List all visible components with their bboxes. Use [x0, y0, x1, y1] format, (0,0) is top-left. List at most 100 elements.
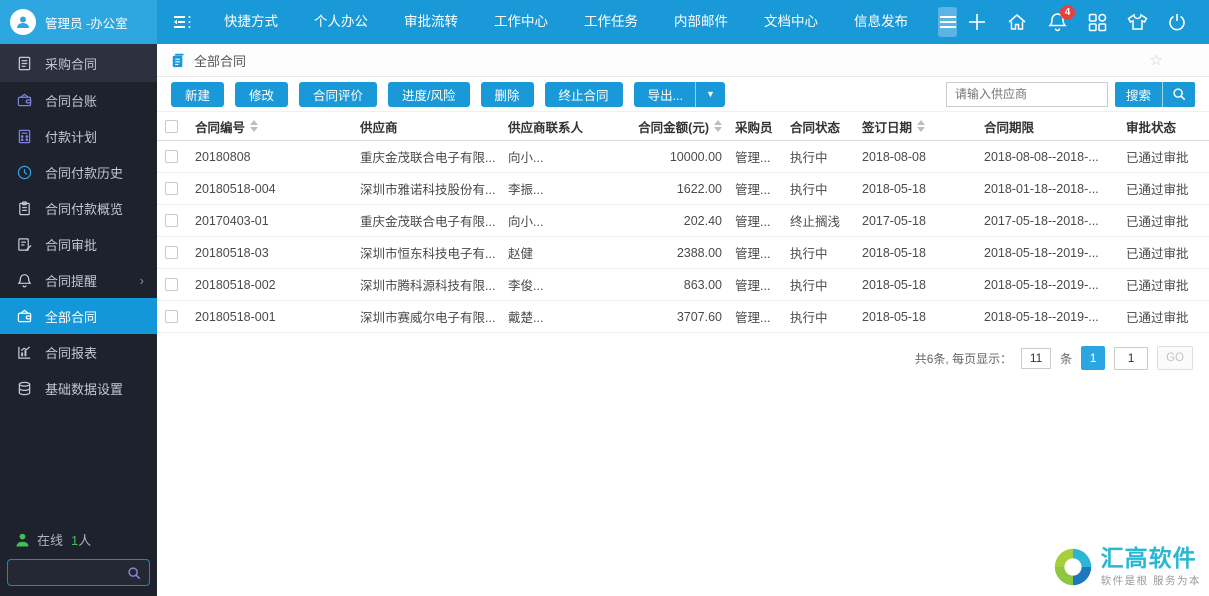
- table-row[interactable]: 20180518-03 深圳市恒东科技电子有... 赵健 2388.00 管理.…: [157, 237, 1209, 269]
- goto-page-input[interactable]: [1114, 346, 1149, 370]
- power-icon[interactable]: [1157, 0, 1197, 44]
- cell-period: 2018-05-18--2019-...: [984, 277, 1099, 292]
- page-doc-icon: [171, 53, 185, 68]
- sidebar-item-contract-reports[interactable]: 合同报表: [0, 334, 157, 370]
- row-checkbox[interactable]: [164, 310, 178, 323]
- cell-status: 执行中: [790, 183, 828, 197]
- select-all-checkbox[interactable]: [164, 119, 178, 133]
- clipboard-icon: [17, 200, 32, 216]
- row-checkbox[interactable]: [164, 278, 178, 291]
- search-button[interactable]: 搜索: [1114, 81, 1195, 107]
- row-checkbox[interactable]: [164, 246, 178, 259]
- supplier-search-input[interactable]: [945, 81, 1108, 107]
- page-size-input[interactable]: [1021, 347, 1052, 369]
- online-label: 在线: [37, 533, 64, 548]
- col-supplier: 供应商: [360, 120, 398, 135]
- sidebar-item-contract-ledger[interactable]: 合同台账: [0, 82, 157, 118]
- col-amount[interactable]: 合同金额(元): [638, 117, 709, 136]
- cell-contract-no: 20180518-002: [195, 277, 276, 292]
- cell-sign-date: 2018-05-18: [862, 277, 926, 292]
- menu-collapse-icon[interactable]: [173, 14, 192, 30]
- cell-approval: 已通过审批: [1126, 215, 1189, 229]
- topbar: 管理员 -办公室 快捷方式 个人办公 审批流转 工作中心 工作任务 内部邮件 文…: [0, 0, 1209, 44]
- page-number-button[interactable]: 1: [1081, 346, 1106, 370]
- cell-amount: 863.00: [683, 277, 722, 292]
- cell-contract-no: 20180518-03: [195, 245, 269, 260]
- sort-icon[interactable]: [714, 120, 722, 132]
- row-checkbox[interactable]: [164, 182, 178, 195]
- home-icon[interactable]: [997, 0, 1037, 44]
- table-row[interactable]: 20180518-001 深圳市赛威尔电子有限... 戴楚... 3707.60…: [157, 301, 1209, 333]
- terminate-contract-button[interactable]: 终止合同: [544, 81, 623, 107]
- shirt-icon[interactable]: [1117, 0, 1157, 44]
- cell-amount: 2388.00: [676, 245, 722, 260]
- apps-grid-icon[interactable]: [1077, 0, 1117, 44]
- menu-item-approval-flow[interactable]: 审批流转: [386, 0, 476, 44]
- wallet-icon: [17, 93, 32, 108]
- cell-contract-no: 20170403-01: [195, 213, 269, 228]
- sidebar-search-input[interactable]: [16, 565, 127, 580]
- table-row[interactable]: 20180518-002 深圳市腾科源科技有限... 李俊... 863.00 …: [157, 269, 1209, 301]
- cell-sign-date: 2018-05-18: [862, 309, 926, 324]
- row-checkbox[interactable]: [164, 214, 178, 227]
- search-icon[interactable]: [127, 566, 141, 580]
- edit-button[interactable]: 修改: [235, 81, 289, 107]
- sidebar-item-label: 合同报表: [45, 345, 98, 361]
- online-count: 1人: [71, 530, 91, 549]
- sidebar-footer: 在线 1人: [0, 530, 157, 586]
- table-row[interactable]: 20170403-01 重庆金茂联合电子有限... 向小... 202.40 管…: [157, 205, 1209, 237]
- user-panel[interactable]: 管理员 -办公室: [0, 0, 157, 44]
- vendor-title: 汇高软件: [1100, 545, 1197, 572]
- chart-icon: [17, 345, 32, 360]
- sidebar-item-all-contracts[interactable]: 全部合同: [0, 298, 157, 334]
- sort-icon[interactable]: [917, 120, 926, 132]
- menu-item-work-tasks[interactable]: 工作任务: [566, 0, 656, 44]
- sidebar-item-contract-reminder[interactable]: 合同提醒 ›: [0, 262, 157, 298]
- cell-supplier: 重庆金茂联合电子有限...: [360, 215, 496, 229]
- table-row[interactable]: 20180518-004 深圳市雅诺科技股份有... 李振... 1622.00…: [157, 173, 1209, 205]
- contract-evaluate-button[interactable]: 合同评价: [299, 81, 378, 107]
- cell-contract-no: 20180518-001: [195, 309, 276, 324]
- col-sign-date[interactable]: 签订日期: [862, 117, 912, 136]
- menu-item-internal-mail[interactable]: 内部邮件: [656, 0, 746, 44]
- sidebar-item-base-data-settings[interactable]: 基础数据设置: [0, 370, 157, 406]
- menu-item-personal-office[interactable]: 个人办公: [296, 0, 386, 44]
- sidebar-item-payment-overview[interactable]: 合同付款概览: [0, 190, 157, 226]
- sidebar-item-label: 付款计划: [45, 129, 98, 145]
- sidebar-item-contract-approval[interactable]: 合同审批: [0, 226, 157, 262]
- progress-risk-button[interactable]: 进度/风险: [388, 81, 470, 107]
- sidebar-item-label: 合同台账: [45, 93, 98, 109]
- menu-item-document-center[interactable]: 文档中心: [746, 0, 836, 44]
- go-button[interactable]: GO: [1157, 346, 1193, 370]
- cell-status: 执行中: [790, 151, 828, 165]
- hamburger-menu-button[interactable]: [938, 7, 957, 37]
- col-contract-no[interactable]: 合同编号: [195, 117, 245, 136]
- sidebar-item-label: 合同审批: [45, 237, 98, 253]
- plus-icon[interactable]: [957, 0, 997, 44]
- page-size-unit: 条: [1060, 351, 1073, 366]
- cell-period: 2018-05-18--2019-...: [984, 245, 1099, 260]
- bell-icon[interactable]: 4: [1037, 0, 1077, 44]
- sidebar-item-purchase-contract[interactable]: 采购合同: [0, 44, 157, 82]
- clock-icon: [17, 165, 32, 180]
- menu-item-work-center[interactable]: 工作中心: [476, 0, 566, 44]
- topbar-actions: 4: [957, 0, 1209, 44]
- doc-pen-icon: [17, 237, 32, 252]
- menu-item-shortcuts[interactable]: 快捷方式: [206, 0, 296, 44]
- sort-icon[interactable]: [250, 120, 259, 132]
- row-checkbox[interactable]: [164, 150, 178, 163]
- contract-doc-icon: [17, 56, 32, 71]
- sidebar-item-payment-history[interactable]: 合同付款历史: [0, 154, 157, 190]
- sidebar-item-payment-plan[interactable]: 付款计划: [0, 118, 157, 154]
- favorite-star-icon[interactable]: ☆: [1150, 51, 1163, 69]
- menu-item-info-publish[interactable]: 信息发布: [836, 0, 926, 44]
- col-buyer: 采购员: [735, 120, 773, 135]
- table-row[interactable]: 20180808 重庆金茂联合电子有限... 向小... 10000.00 管理…: [157, 141, 1209, 173]
- delete-button[interactable]: 删除: [480, 81, 534, 107]
- online-unit: 人: [78, 533, 92, 548]
- export-dropdown-button[interactable]: 导出... ▼: [633, 81, 725, 107]
- new-button[interactable]: 新建: [171, 81, 225, 107]
- toolbar: 新建 修改 合同评价 进度/风险 删除 终止合同 导出... ▼ 搜索: [157, 77, 1209, 112]
- calculator-icon: [17, 129, 32, 144]
- cell-approval: 已通过审批: [1126, 311, 1189, 325]
